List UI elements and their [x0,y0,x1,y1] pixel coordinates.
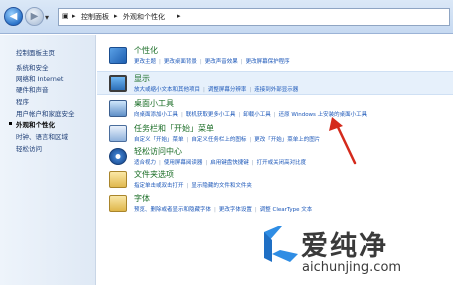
fonts-icon [109,195,127,212]
watermark-logo-icon [264,226,298,262]
display-icon [109,75,127,92]
personalization-icon [109,47,127,64]
sidebar: 控制面板主页 系统和安全 网络和 Internet 硬件和声音 程序 用户帐户和… [0,35,96,285]
category-ease-of-access: 轻松访问中心 适合视力 | 使用屏幕阅读器 | 启用键盘快捷键 | 打开或关闭高对比度 [97,145,453,169]
crumb-separator[interactable]: ▸ [114,12,118,20]
link[interactable]: 更改主题 [134,59,156,65]
watermark-text: 爱纯净 [301,231,388,262]
link[interactable]: 使用屏幕阅读器 [164,160,203,166]
category-title[interactable]: 任务栏和「开始」菜单 [134,123,214,134]
sidebar-item-home[interactable]: 控制面板主页 [16,47,55,57]
category-links: 预览、删除或者显示和隐藏字体 | 更改字体设置 | 调整 ClearType 文本 [134,207,313,213]
link[interactable]: 显示隐藏的文件和文件夹 [191,183,252,189]
link[interactable]: 联机获取更多小工具 [186,112,236,118]
link[interactable]: 卸载小工具 [243,112,271,118]
category-title[interactable]: 字体 [134,193,150,204]
control-panel-glyph-icon: ▣ [62,12,69,20]
sidebar-item-clock-region[interactable]: 时钟、语言和区域 [16,131,68,141]
link[interactable]: 更改声音效果 [205,59,238,65]
category-title[interactable]: 个性化 [134,45,158,56]
annotation-arrow-icon [329,117,357,165]
crumb-control-panel[interactable]: 控制面板 [81,12,109,22]
category-title[interactable]: 文件夹选项 [134,169,174,180]
address-bar: ◀ ▶ ▾ ▣ ▸ 控制面板 ▸ 外观和个性化 ▸ [0,0,453,34]
link[interactable]: 放大或缩小文本和其他项目 [134,87,200,93]
sidebar-item-system-security[interactable]: 系统和安全 [16,62,49,72]
ease-of-access-icon [109,148,127,165]
category-links: 指定单击或双击打开 | 显示隐藏的文件和文件夹 [134,183,252,189]
sidebar-item-ease-of-access[interactable]: 轻松访问 [16,143,42,153]
link[interactable]: 适合视力 [134,160,156,166]
crumb-appearance[interactable]: 外观和个性化 [123,12,165,22]
gadgets-icon [109,100,127,117]
category-gadgets: 桌面小工具 向桌面添加小工具 | 联机获取更多小工具 | 卸载小工具 | 还原 Window… [97,97,453,121]
crumb-separator[interactable]: ▸ [72,12,76,20]
history-dropdown-icon[interactable]: ▾ [45,13,53,22]
link[interactable]: 更改「开始」菜单上的图片 [254,137,320,143]
link[interactable]: 调整 ClearType 文本 [260,207,313,213]
crumb-separator[interactable]: ▸ [177,12,181,20]
category-links: 自定义「开始」菜单 | 自定义任务栏上的图标 | 更改「开始」菜单上的图片 [134,137,321,143]
category-folder-options: 文件夹选项 指定单击或双击打开 | 显示隐藏的文件和文件夹 [97,168,453,192]
category-links: 适合视力 | 使用屏幕阅读器 | 启用键盘快捷键 | 打开或关闭高对比度 [134,160,307,166]
link[interactable]: 打开或关闭高对比度 [257,160,307,166]
link[interactable]: 连接到外部显示器 [254,87,298,93]
category-taskbar: 任务栏和「开始」菜单 自定义「开始」菜单 | 自定义任务栏上的图标 | 更改「开始」菜单… [97,122,453,146]
back-button[interactable]: ◀ [4,7,23,26]
category-links: 更改主题 | 更改桌面背景 | 更改声音效果 | 更改屏幕保护程序 [134,59,290,65]
breadcrumb[interactable]: ▣ ▸ 控制面板 ▸ 外观和个性化 ▸ [58,8,450,26]
current-item-bullet [9,122,12,125]
sidebar-item-programs[interactable]: 程序 [16,96,29,106]
link[interactable]: 更改桌面背景 [164,59,197,65]
link[interactable]: 调整屏幕分辨率 [208,87,247,93]
category-title[interactable]: 桌面小工具 [134,98,174,109]
category-personalization: 个性化 更改主题 | 更改桌面背景 | 更改声音效果 | 更改屏幕保护程序 [97,43,453,69]
watermark: 爱纯净 aichunjing.com [258,222,453,285]
watermark-url: aichunjing.com [302,260,402,275]
sidebar-item-hardware[interactable]: 硬件和声音 [16,84,49,94]
link[interactable]: 更改字体设置 [219,207,252,213]
forward-button[interactable]: ▶ [25,7,44,26]
link[interactable]: 向桌面添加小工具 [134,112,178,118]
category-title[interactable]: 轻松访问中心 [134,146,182,157]
link[interactable]: 预览、删除或者显示和隐藏字体 [134,207,211,213]
taskbar-icon [109,125,127,142]
category-title[interactable]: 显示 [134,73,150,84]
folder-options-icon [109,171,127,188]
category-display: 显示 放大或缩小文本和其他项目 | 调整屏幕分辨率 | 连接到外部显示器 [97,71,453,95]
sidebar-item-network[interactable]: 网络和 Internet [16,73,63,83]
link[interactable]: 自定义「开始」菜单 [134,137,184,143]
link[interactable]: 指定单击或双击打开 [134,183,184,189]
sidebar-item-user-accounts[interactable]: 用户帐户和家庭安全 [16,108,75,118]
category-links: 放大或缩小文本和其他项目 | 调整屏幕分辨率 | 连接到外部显示器 [134,87,299,93]
sidebar-item-appearance: 外观和个性化 [16,121,55,129]
link[interactable]: 更改屏幕保护程序 [246,59,290,65]
category-fonts: 字体 预览、删除或者显示和隐藏字体 | 更改字体设置 | 调整 ClearType 文本 [97,192,453,216]
link[interactable]: 启用键盘快捷键 [210,160,249,166]
link[interactable]: 自定义任务栏上的图标 [191,137,246,143]
